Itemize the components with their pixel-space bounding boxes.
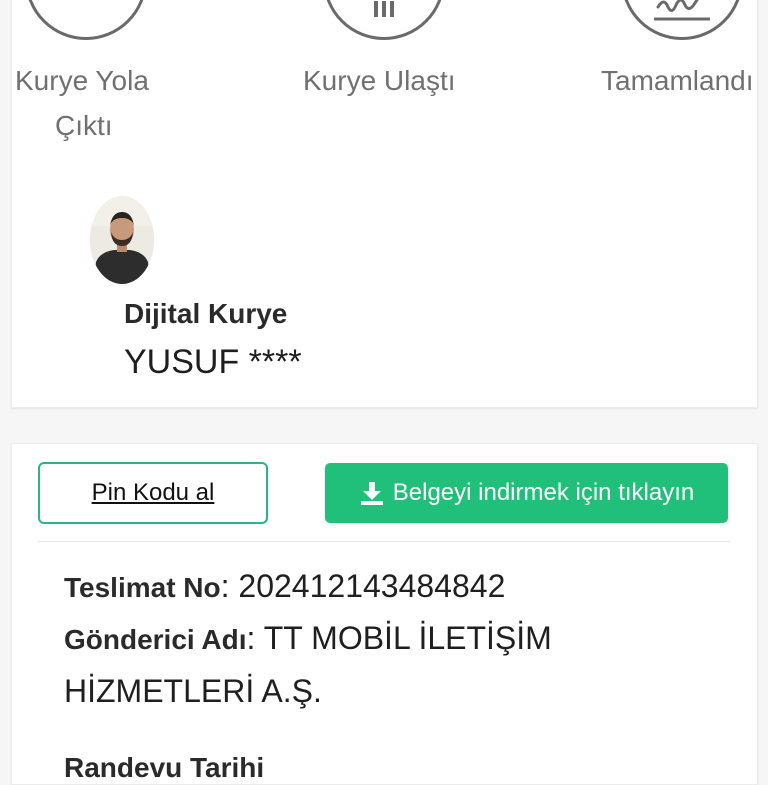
pin-code-label: Pin Kodu al [91, 479, 215, 506]
delivery-number-value: : 202412143484842 [220, 568, 506, 604]
sender-name-value: : TT MOBİL İLETİŞİM [246, 620, 552, 656]
signature-icon [621, 0, 743, 40]
pin-code-button[interactable]: Pin Kodu al [38, 462, 268, 524]
scooter-icon [25, 0, 147, 40]
courier-title: Dijital Kurye [124, 298, 288, 329]
step-label-courier-arrived: Kurye Ulaştı [303, 65, 456, 96]
step-label-courier-departed-line2: Çıktı [55, 110, 113, 141]
sender-name-key: Gönderici Adı [64, 624, 247, 655]
step-label-completed: Tamamlandı [601, 65, 754, 96]
building-icon [323, 0, 445, 40]
download-document-button[interactable]: Belgeyi indirmek için tıklayın [325, 463, 728, 523]
download-document-label: Belgeyi indirmek için tıklayın [392, 479, 695, 506]
delivery-number-key: Teslimat No [64, 572, 221, 603]
appointment-date-row: Randevu Tarihi [64, 748, 264, 785]
download-icon [359, 480, 385, 506]
delivery-number-row: Teslimat No: 202412143484842 [64, 568, 505, 605]
courier-name: YUSUF **** [124, 343, 302, 381]
sender-name-row: Gönderici Adı: TT MOBİL İLETİŞİM [64, 620, 552, 657]
divider [38, 541, 730, 542]
sender-name-value-line2: HİZMETLERİ A.Ş. [64, 673, 322, 709]
step-label-courier-departed-line1: Kurye Yola [15, 65, 149, 96]
avatar [90, 196, 154, 284]
